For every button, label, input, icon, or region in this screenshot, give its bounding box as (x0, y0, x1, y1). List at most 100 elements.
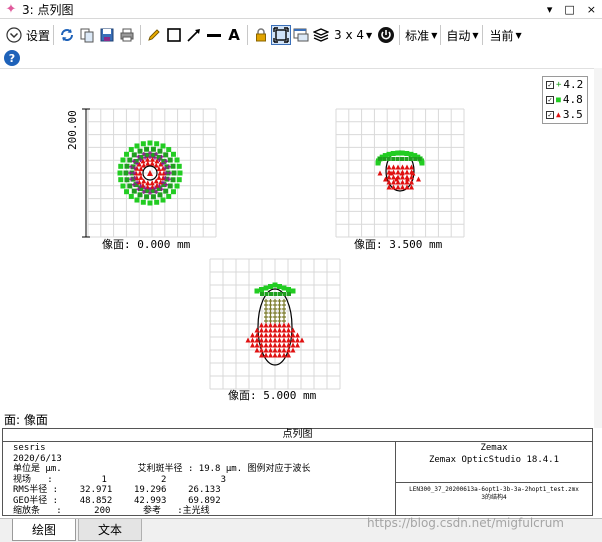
separator (247, 25, 249, 45)
ray-square (395, 150, 401, 156)
copy-icon[interactable] (77, 25, 97, 45)
scrollbar[interactable] (594, 68, 602, 428)
file-name: LEN300_37_20200613a-6opt1-3b-3a-2hopt1_t… (409, 486, 579, 493)
ray-square (174, 183, 180, 189)
standard-dropdown[interactable]: 标准 ▼ (405, 23, 437, 47)
surface-label: 像面: 3.500 mm (354, 238, 443, 251)
layout-dropdown[interactable]: 3 x 4 ▼ (334, 23, 372, 47)
ray-square (170, 163, 176, 169)
ray-triangle (268, 337, 273, 343)
text-icon[interactable]: A (224, 25, 244, 45)
ray-square (269, 292, 273, 296)
ray-plus (277, 315, 282, 319)
ray-triangle (268, 327, 273, 333)
info-header: 点列图 (3, 429, 592, 442)
pencil-icon[interactable] (144, 25, 164, 45)
ray-triangle (268, 342, 273, 348)
print-icon[interactable] (117, 25, 137, 45)
standard-label: 标准 (405, 28, 430, 43)
auto-dropdown[interactable]: 自动 ▼ (446, 23, 478, 47)
maximize-button[interactable]: □ (564, 3, 574, 16)
ray-square (278, 292, 282, 296)
refresh-icon[interactable] (57, 25, 77, 45)
ray-square (160, 197, 166, 203)
tab-text[interactable]: 文本 (78, 519, 142, 541)
power-icon[interactable] (376, 25, 396, 45)
ray-plus (268, 303, 273, 307)
ray-plus (268, 319, 273, 323)
save-icon[interactable] (97, 25, 117, 45)
ray-triangle (295, 342, 300, 348)
ray-triangle (272, 352, 278, 358)
ray-square (134, 143, 140, 149)
ray-square (413, 157, 418, 161)
ray-square (150, 146, 156, 152)
arrow-icon[interactable] (184, 25, 204, 45)
ray-square (171, 170, 177, 176)
help-icon[interactable]: ? (4, 50, 20, 66)
ray-square (166, 147, 172, 153)
legend-item[interactable]: ✓ ▲ 3.5 (543, 107, 587, 122)
layers-icon[interactable] (311, 25, 331, 45)
ray-square (174, 157, 180, 163)
ray-triangle (250, 332, 255, 338)
ray-triangle (254, 342, 260, 348)
ray-plus (282, 315, 286, 319)
surface-label: 像面: 0.000 mm (102, 238, 191, 251)
ray-plus (282, 319, 286, 323)
rectangle-icon[interactable] (164, 25, 184, 45)
ray-triangle (290, 327, 296, 333)
ray-square (400, 157, 404, 161)
ray-triangle (145, 180, 151, 186)
ray-square (124, 189, 130, 195)
ray-triangle (272, 337, 278, 343)
ray-triangle (295, 337, 300, 343)
ray-triangle (277, 342, 282, 348)
info-line: 2020/6/13 (13, 453, 62, 464)
caret-down-icon: ▼ (515, 30, 522, 40)
checkbox-checked-icon[interactable]: ✓ (546, 110, 554, 119)
ray-triangle (400, 184, 405, 190)
info-company: Zemax Zemax OpticStudio 18.4.1 LEN300_37… (396, 442, 592, 515)
legend-item[interactable]: ✓ + 4.2 (543, 77, 587, 92)
ray-square (128, 147, 134, 153)
ray-triangle (404, 169, 410, 175)
line-icon[interactable] (204, 25, 224, 45)
watermark: https://blog.csdn.net/migfulcrum (367, 516, 564, 530)
ray-plus (282, 299, 286, 303)
ray-plus (277, 307, 282, 311)
checkbox-checked-icon[interactable]: ✓ (546, 80, 554, 89)
ray-triangle (404, 164, 410, 170)
ray-triangle (281, 337, 287, 343)
ray-plus (264, 319, 268, 323)
ray-square (163, 188, 169, 194)
sparkle-icon: ✦ (5, 1, 17, 17)
dropdown-menu-button[interactable]: ▾ (547, 3, 553, 16)
lock-icon[interactable] (251, 25, 271, 45)
ray-square (404, 157, 409, 161)
legend-label: 4.2 (563, 78, 584, 91)
checkbox-checked-icon[interactable]: ✓ (546, 95, 554, 104)
ray-triangle (263, 332, 269, 338)
ray-square (118, 177, 124, 183)
settings-button[interactable]: 设置 (4, 23, 50, 47)
ray-plus (282, 311, 286, 315)
ray-triangle (268, 352, 273, 358)
ray-square (170, 151, 176, 157)
ray-square (408, 157, 413, 161)
tab-plot[interactable]: 绘图 (12, 519, 76, 541)
ray-square (282, 292, 287, 296)
current-dropdown[interactable]: 当前 ▼ (490, 23, 522, 47)
ray-square (264, 292, 269, 296)
legend-item[interactable]: ✓ ■ 4.8 (543, 92, 587, 107)
ray-square (134, 197, 140, 203)
fit-view-icon[interactable] (271, 25, 292, 45)
current-label: 当前 (489, 28, 514, 43)
config-label: 3的结构4 (481, 494, 507, 501)
ray-plus (268, 307, 273, 311)
close-button[interactable]: × (587, 3, 596, 16)
window-icon[interactable] (291, 25, 311, 45)
ray-square (120, 183, 126, 189)
ray-triangle (263, 352, 269, 358)
ray-triangle (281, 327, 287, 333)
